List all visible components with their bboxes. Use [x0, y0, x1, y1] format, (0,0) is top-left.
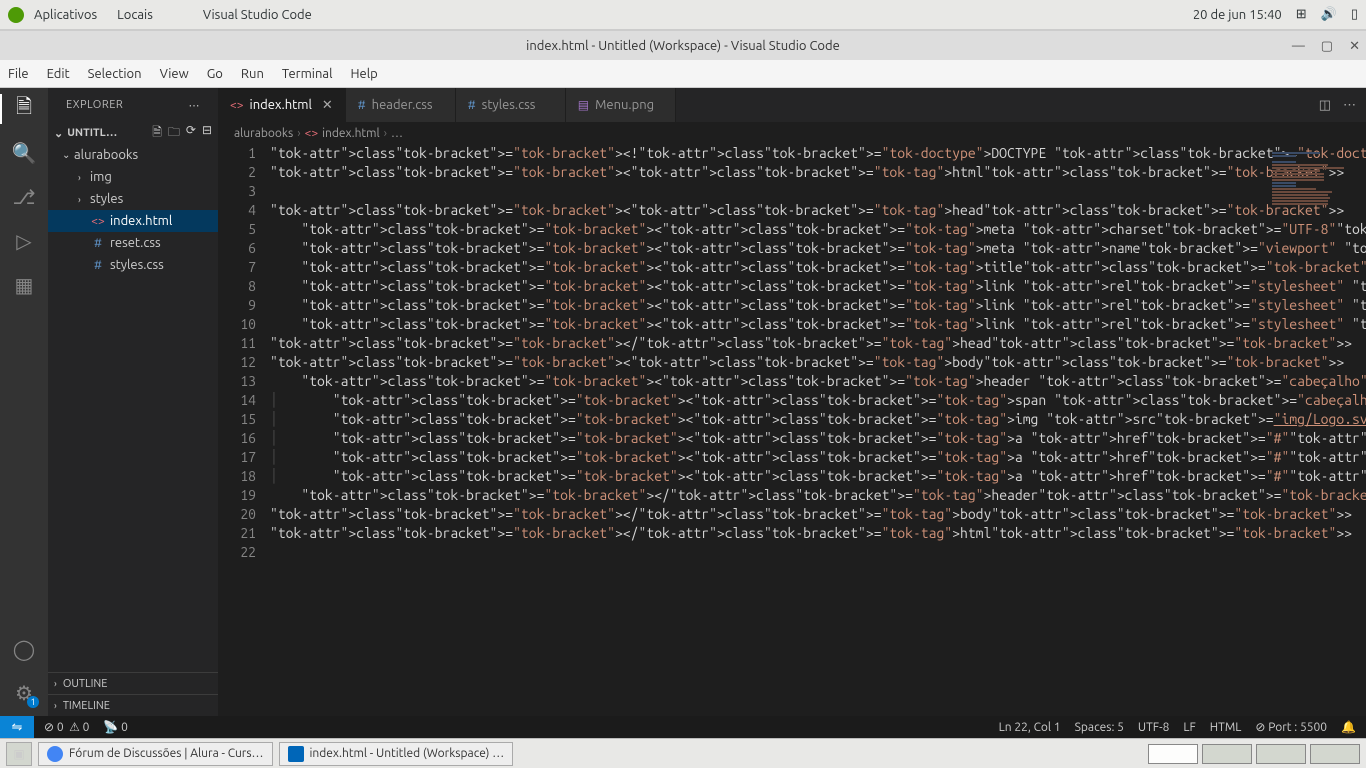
activity-extensions-icon[interactable]: ▦ [11, 272, 37, 298]
editor-group: <>index.html✕ #header.css #styles.css ▤M… [218, 88, 1366, 716]
activity-account-icon[interactable]: ◯ [11, 636, 37, 662]
close-icon[interactable]: ✕ [322, 98, 333, 113]
collapse-all-icon[interactable]: ⊟ [202, 123, 212, 144]
tree-file-reset[interactable]: #reset.css [48, 232, 218, 254]
code-editor[interactable]: 12345678910111213141516171819202122 "tok… [218, 144, 1366, 716]
activity-settings-icon[interactable]: ⚙1 [11, 680, 37, 706]
os-menu-applications[interactable]: Aplicativos [34, 8, 97, 22]
status-bell-icon[interactable]: 🔔 [1341, 720, 1356, 734]
split-editor-icon[interactable]: ◫ [1319, 98, 1331, 113]
os-active-app[interactable]: Visual Studio Code [203, 8, 312, 22]
sidebar-outline[interactable]: ›OUTLINE [48, 672, 218, 694]
vscode-icon [288, 746, 304, 762]
workspace-3[interactable] [1256, 744, 1306, 764]
new-file-icon[interactable]: 🗎 [152, 123, 162, 144]
menu-edit[interactable]: Edit [47, 67, 70, 81]
workspace-4[interactable] [1310, 744, 1360, 764]
maximize-button[interactable]: ▢ [1321, 39, 1333, 54]
status-ports[interactable]: 📡 0 [103, 720, 127, 734]
os-clock[interactable]: 20 de jun 15:40 [1193, 8, 1282, 22]
refresh-icon[interactable]: ⟳ [186, 123, 196, 144]
status-eol[interactable]: LF [1183, 721, 1195, 734]
status-errors[interactable]: ⊘ 0 ⚠ 0 [44, 720, 89, 734]
sidebar-workspace-header[interactable]: ⌄ UNTITL… 🗎 🗀 ⟳ ⊟ [48, 122, 218, 144]
tab-menu-png[interactable]: ▤Menu.png [566, 88, 676, 122]
volume-icon[interactable]: 🔊 [1321, 7, 1337, 22]
sidebar: EXPLORER ⋯ ⌄ UNTITL… 🗎 🗀 ⟳ ⊟ ⌄alurabooks… [48, 88, 218, 716]
minimap[interactable] [1272, 152, 1352, 192]
sidebar-title: EXPLORER [66, 99, 123, 111]
window-title: index.html - Untitled (Workspace) - Visu… [526, 39, 840, 53]
tree-folder-styles[interactable]: ›styles [48, 188, 218, 210]
tree-folder-img[interactable]: ›img [48, 166, 218, 188]
battery-icon[interactable]: ▯ [1351, 7, 1358, 22]
tab-header-css[interactable]: #header.css [346, 88, 456, 122]
status-language[interactable]: HTML [1210, 721, 1242, 734]
task-chrome[interactable]: Fórum de Discussões | Alura - Curs… [38, 742, 273, 766]
new-folder-icon[interactable]: 🗀 [168, 123, 180, 144]
menu-view[interactable]: View [160, 67, 189, 81]
menu-file[interactable]: File [8, 67, 29, 81]
status-cursor[interactable]: Ln 22, Col 1 [999, 721, 1061, 734]
os-task-bar: ▣ Fórum de Discussões | Alura - Curs… in… [0, 738, 1366, 768]
show-desktop-icon[interactable]: ▣ [6, 742, 32, 766]
menu-help[interactable]: Help [350, 67, 377, 81]
status-liveserver[interactable]: ⊘ Port : 5500 [1255, 720, 1327, 734]
sidebar-timeline[interactable]: ›TIMELINE [48, 694, 218, 716]
status-indent[interactable]: Spaces: 5 [1075, 721, 1124, 734]
menu-bar: File Edit Selection View Go Run Terminal… [0, 60, 1366, 88]
sidebar-workspace-name: UNTITL… [67, 127, 117, 139]
remote-indicator[interactable]: ⇋ [0, 716, 34, 738]
menu-terminal[interactable]: Terminal [282, 67, 333, 81]
tab-index-html[interactable]: <>index.html✕ [218, 88, 346, 122]
file-tree: ⌄alurabooks ›img ›styles <>index.html #r… [48, 144, 218, 276]
tree-file-styles[interactable]: #styles.css [48, 254, 218, 276]
window-title-bar: index.html - Untitled (Workspace) - Visu… [0, 30, 1366, 60]
workspace-1[interactable] [1148, 744, 1198, 764]
tab-bar: <>index.html✕ #header.css #styles.css ▤M… [218, 88, 1366, 122]
menu-go[interactable]: Go [207, 67, 223, 81]
sidebar-more-icon[interactable]: ⋯ [189, 99, 201, 112]
os-top-panel: Aplicativos Locais Visual Studio Code 20… [0, 0, 1366, 30]
breadcrumb[interactable]: alurabooks› <> index.html› … [218, 122, 1366, 144]
close-button[interactable]: ✕ [1349, 39, 1360, 54]
tree-file-index[interactable]: <>index.html [48, 210, 218, 232]
activity-scm-icon[interactable]: ⎇ [11, 184, 37, 210]
activity-debug-icon[interactable]: ▷ [11, 228, 37, 254]
os-logo-icon[interactable] [8, 7, 24, 23]
task-vscode[interactable]: index.html - Untitled (Workspace) … [279, 742, 514, 766]
line-numbers: 12345678910111213141516171819202122 [218, 144, 270, 716]
menu-selection[interactable]: Selection [88, 67, 142, 81]
menu-run[interactable]: Run [241, 67, 264, 81]
status-bar: ⇋ ⊘ 0 ⚠ 0 📡 0 Ln 22, Col 1 Spaces: 5 UTF… [0, 716, 1366, 738]
workspace-2[interactable] [1202, 744, 1252, 764]
status-encoding[interactable]: UTF-8 [1138, 721, 1169, 734]
activity-search-icon[interactable]: 🔍 [11, 140, 37, 166]
tab-styles-css[interactable]: #styles.css [456, 88, 566, 122]
minimize-button[interactable]: — [1292, 39, 1305, 53]
editor-more-icon[interactable]: ⋯ [1343, 98, 1356, 113]
activity-bar: 🗎 🔍 ⎇ ▷ ▦ ◯ ⚙1 [0, 88, 48, 716]
os-menu-places[interactable]: Locais [117, 8, 153, 22]
network-icon[interactable]: ⊞ [1296, 7, 1307, 22]
tree-folder-root[interactable]: ⌄alurabooks [48, 144, 218, 166]
activity-explorer-icon[interactable]: 🗎 [11, 96, 37, 122]
chrome-icon [47, 746, 63, 762]
